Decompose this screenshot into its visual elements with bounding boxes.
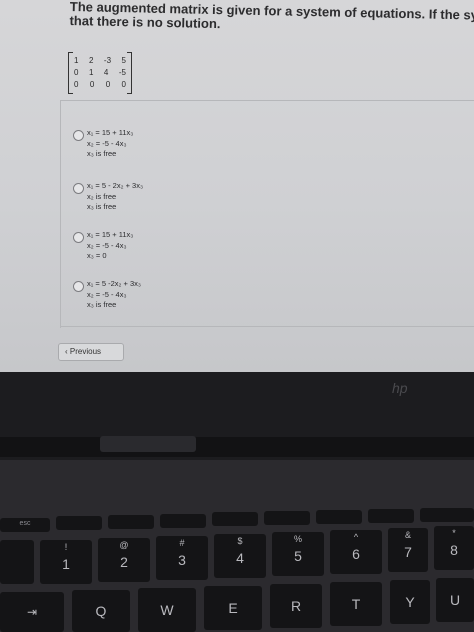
option-line: x₁ = 5 - 2x₂ + 3x₃ [87,181,144,190]
function-key[interactable] [368,509,414,523]
option-line: x₁ = 15 + 11x₃ [87,128,134,137]
key-symbol: # [179,538,185,548]
matrix-cell: 0 [105,80,111,89]
option-line: x₂ = -5 - 4x₃ [87,240,127,250]
key-symbol: ^ [353,532,359,542]
key-2[interactable]: @ 2 [98,538,150,582]
key-label: 7 [404,544,412,560]
key-symbol: * [452,528,456,538]
key-4[interactable]: $ 4 [214,534,266,578]
esc-key[interactable]: esc [0,518,50,532]
key-label: 1 [62,556,70,572]
matrix-cell: 1 [74,56,79,65]
key-w[interactable]: W [138,588,196,632]
matrix-cell: -3 [103,56,112,65]
option-line: x₁ = 5 -2x₂ + 3x₃ [87,279,141,288]
matrix-cell: 5 [121,56,126,65]
radio-button[interactable] [73,130,84,141]
key-label: 3 [178,552,186,568]
matrix-row: 0 1 4 -5 [74,68,126,77]
key-1[interactable]: ! 1 [40,540,92,584]
function-key[interactable] [420,508,474,522]
function-key[interactable] [264,511,310,525]
function-key[interactable] [108,515,154,529]
hp-logo: hp [392,380,408,396]
function-key[interactable] [56,516,102,530]
function-key[interactable] [160,514,206,528]
matrix-cell: 1 [88,68,94,77]
key-label: 2 [120,554,128,570]
key-q[interactable]: Q [72,590,130,632]
key-7[interactable]: & 7 [388,528,428,572]
hinge-tab [100,436,196,452]
question-text: The augmented matrix is given for a syst… [69,0,474,36]
option-line: x₃ is free [87,300,117,309]
matrix-cell: 0 [74,68,79,77]
section-divider [60,100,474,101]
key-label: 8 [450,542,458,558]
option-line: x₂ is free [87,191,117,201]
key-symbol: ! [64,542,68,552]
option-line: x₃ is free [87,149,117,158]
option-line: x₁ = 15 + 11x₃ [87,230,134,239]
key-8[interactable]: * 8 [434,526,474,570]
function-key[interactable] [316,510,362,524]
matrix-cell: 0 [74,80,79,89]
matrix-right-bracket [127,52,132,94]
browser-screen: The augmented matrix is given for a syst… [0,0,474,372]
key-symbol: @ [119,540,129,550]
matrix-cell: 0 [121,80,126,89]
matrix-row: 0 0 0 0 [74,80,126,89]
key-label: 5 [294,548,302,564]
answer-panel-border [60,100,61,328]
key-symbol: $ [237,536,243,546]
matrix-cell: 4 [103,68,109,77]
tilde-key[interactable] [0,540,34,584]
key-5[interactable]: % 5 [272,532,324,576]
section-divider [60,326,474,327]
tab-key[interactable]: ⇥ [0,592,64,632]
key-symbol: & [404,530,411,540]
key-label: 4 [236,550,244,566]
option-line: x₃ = 0 [87,251,107,260]
matrix-row: 1 2 -3 5 [74,56,126,65]
matrix-left-bracket [68,52,73,94]
key-r[interactable]: R [270,584,322,628]
matrix-cell: -5 [118,68,126,77]
radio-button[interactable] [73,281,84,292]
key-symbol: % [293,534,302,544]
augmented-matrix: 1 2 -3 5 0 1 4 -5 0 0 0 0 [68,52,132,94]
radio-button[interactable] [73,232,84,243]
option-line: x₂ = -5 - 4x₃ [87,138,127,148]
key-e[interactable]: E [204,586,262,630]
key-label: 6 [352,546,360,562]
function-key[interactable] [212,512,258,526]
laptop-hinge [0,437,474,457]
key-u[interactable]: U [436,578,474,622]
option-line: x₂ = -5 - 4x₃ [87,289,127,299]
key-3[interactable]: # 3 [156,536,208,580]
previous-button[interactable]: ‹ Previous [58,343,124,361]
key-6[interactable]: ^ 6 [330,530,382,574]
matrix-cell: 2 [88,56,94,65]
key-t[interactable]: T [330,582,382,626]
key-y[interactable]: Y [390,580,430,624]
option-line: x₃ is free [87,202,117,211]
radio-button[interactable] [73,183,84,194]
matrix-cell: 0 [89,80,95,89]
